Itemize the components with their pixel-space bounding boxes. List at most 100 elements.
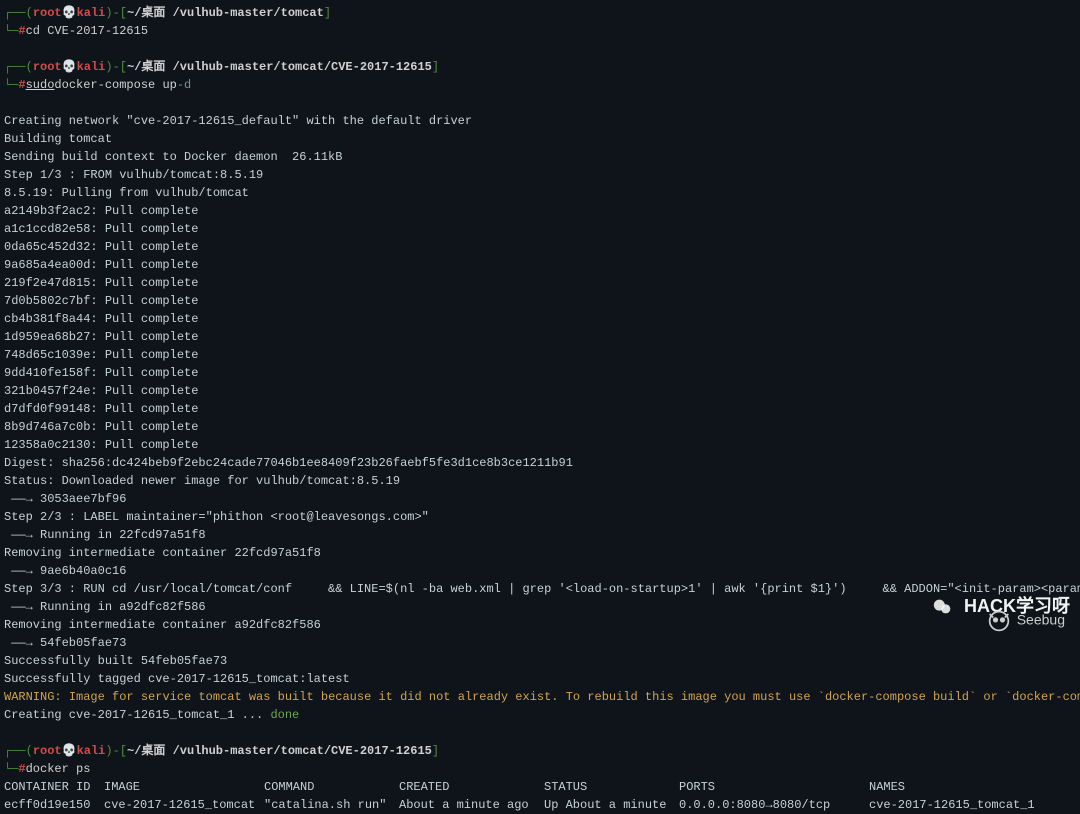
command-text: docker-compose up xyxy=(54,76,176,94)
cell-names: cve-2017-12615_tomcat_1 xyxy=(869,796,1035,814)
output-line: 321b0457f24e: Pull complete xyxy=(4,382,1076,400)
col-created: CREATED xyxy=(399,778,544,796)
prompt-line-2: ┌──(root💀kali)-[~/桌面 /vulhub-master/tomc… xyxy=(4,58,1076,76)
prompt-bracket: ] xyxy=(324,4,331,22)
prompt-path: ~/桌面 /vulhub-master/tomcat/CVE-2017-1261… xyxy=(127,742,432,760)
prompt-bracket: └─ xyxy=(4,760,18,778)
command-text: cd CVE-2017-12615 xyxy=(26,22,148,40)
seebug-icon xyxy=(985,607,1013,635)
output-line: Creating network "cve-2017-12615_default… xyxy=(4,112,1076,130)
col-status: STATUS xyxy=(544,778,679,796)
prompt-bracket: )-[ xyxy=(105,4,127,22)
prompt-bracket: ┌──( xyxy=(4,4,33,22)
output-line: Successfully built 54feb05fae73 xyxy=(4,652,1076,670)
cell-created: About a minute ago xyxy=(399,796,544,814)
wechat-icon xyxy=(932,596,954,618)
warning-label: WARNING xyxy=(4,690,54,704)
prompt-host: kali xyxy=(77,4,106,22)
prompt-bracket: └─ xyxy=(4,76,18,94)
prompt-path: ~/桌面 /vulhub-master/tomcat/CVE-2017-1261… xyxy=(127,58,432,76)
cell-command: "catalina.sh run" xyxy=(264,796,399,814)
output-line: 0da65c452d32: Pull complete xyxy=(4,238,1076,256)
prompt-host: kali xyxy=(77,58,106,76)
output-line: 9dd410fe158f: Pull complete xyxy=(4,364,1076,382)
prompt-cmd-1[interactable]: └─# cd CVE-2017-12615 xyxy=(4,22,1076,40)
creating-line: Creating cve-2017-12615_tomcat_1 ... don… xyxy=(4,706,1076,724)
docker-ps-row: ecff0d19e150 cve-2017-12615_tomcat "cata… xyxy=(4,796,1076,814)
creating-text: Creating cve-2017-12615_tomcat_1 ... xyxy=(4,708,270,722)
col-command: COMMAND xyxy=(264,778,399,796)
prompt-hash: # xyxy=(18,76,25,94)
col-image: IMAGE xyxy=(104,778,264,796)
spacer xyxy=(4,724,1076,742)
prompt-bracket: )-[ xyxy=(105,742,127,760)
command-flag: -d xyxy=(177,76,191,94)
prompt-hash: # xyxy=(18,22,25,40)
spacer xyxy=(4,40,1076,58)
docker-ps-header: CONTAINER ID IMAGE COMMAND CREATED STATU… xyxy=(4,778,1076,796)
prompt-path: ~/桌面 /vulhub-master/tomcat xyxy=(127,4,324,22)
output-line: Removing intermediate container a92dfc82… xyxy=(4,616,1076,634)
watermark-subtitle: Seebug xyxy=(985,607,1065,635)
prompt-bracket: ] xyxy=(432,742,439,760)
output-line: 9a685a4ea00d: Pull complete xyxy=(4,256,1076,274)
output-arrow: ——→ 54feb05fae73 xyxy=(4,634,1076,652)
prompt-cmd-3[interactable]: └─# docker ps xyxy=(4,760,1076,778)
prompt-line-1: ┌──(root💀kali)-[~/桌面 /vulhub-master/tomc… xyxy=(4,4,1076,22)
watermark-sub-text: Seebug xyxy=(1017,612,1065,628)
col-id: CONTAINER ID xyxy=(4,778,104,796)
output-line: 8b9d746a7c0b: Pull complete xyxy=(4,418,1076,436)
prompt-cmd-2[interactable]: └─# sudo docker-compose up -d xyxy=(4,76,1076,94)
spacer xyxy=(4,94,1076,112)
prompt-user: root xyxy=(33,58,62,76)
col-ports: PORTS xyxy=(679,778,869,796)
output-arrow: ——→ Running in a92dfc82f586 xyxy=(4,598,1076,616)
output-line: a2149b3f2ac2: Pull complete xyxy=(4,202,1076,220)
output-line: 8.5.19: Pulling from vulhub/tomcat xyxy=(4,184,1076,202)
prompt-bracket: └─ xyxy=(4,22,18,40)
skull-icon: 💀 xyxy=(62,4,77,22)
output-line: d7dfd0f99148: Pull complete xyxy=(4,400,1076,418)
output-arrow: ——→ 9ae6b40a0c16 xyxy=(4,562,1076,580)
prompt-user: root xyxy=(33,4,62,22)
cell-image: cve-2017-12615_tomcat xyxy=(104,796,264,814)
output-line: Step 2/3 : LABEL maintainer="phithon <ro… xyxy=(4,508,1076,526)
output-arrow: ——→ 3053aee7bf96 xyxy=(4,490,1076,508)
prompt-user: root xyxy=(33,742,62,760)
prompt-bracket: )-[ xyxy=(105,58,127,76)
command-text: docker ps xyxy=(26,760,91,778)
output-line: Digest: sha256:dc424beb9f2ebc24cade77046… xyxy=(4,454,1076,472)
prompt-bracket: ┌──( xyxy=(4,742,33,760)
cell-id: ecff0d19e150 xyxy=(4,796,104,814)
done-text: done xyxy=(270,708,299,722)
build-output: Creating network "cve-2017-12615_default… xyxy=(4,112,1076,724)
output-line: Successfully tagged cve-2017-12615_tomca… xyxy=(4,670,1076,688)
col-names: NAMES xyxy=(869,778,905,796)
skull-icon: 💀 xyxy=(62,742,77,760)
output-line: Step 1/3 : FROM vulhub/tomcat:8.5.19 xyxy=(4,166,1076,184)
output-line: Building tomcat xyxy=(4,130,1076,148)
prompt-bracket: ] xyxy=(432,58,439,76)
output-line: cb4b381f8a44: Pull complete xyxy=(4,310,1076,328)
output-line: a1c1ccd82e58: Pull complete xyxy=(4,220,1076,238)
output-line: Step 3/3 : RUN cd /usr/local/tomcat/conf… xyxy=(4,580,1076,598)
sudo-command: sudo xyxy=(26,76,55,94)
output-line: 12358a0c2130: Pull complete xyxy=(4,436,1076,454)
prompt-bracket: ┌──( xyxy=(4,58,33,76)
cell-ports: 0.0.0.0:8080→8080/tcp xyxy=(679,796,869,814)
prompt-host: kali xyxy=(77,742,106,760)
skull-icon: 💀 xyxy=(62,58,77,76)
warning-text: : Image for service tomcat was built bec… xyxy=(54,690,1080,704)
prompt-line-3: ┌──(root💀kali)-[~/桌面 /vulhub-master/tomc… xyxy=(4,742,1076,760)
cell-status: Up About a minute xyxy=(544,796,679,814)
output-arrow: ——→ Running in 22fcd97a51f8 xyxy=(4,526,1076,544)
output-line: 748d65c1039e: Pull complete xyxy=(4,346,1076,364)
output-line: Removing intermediate container 22fcd97a… xyxy=(4,544,1076,562)
output-line: Sending build context to Docker daemon 2… xyxy=(4,148,1076,166)
output-line: 219f2e47d815: Pull complete xyxy=(4,274,1076,292)
output-line: 1d959ea68b27: Pull complete xyxy=(4,328,1076,346)
output-line: Status: Downloaded newer image for vulhu… xyxy=(4,472,1076,490)
output-line: 7d0b5802c7bf: Pull complete xyxy=(4,292,1076,310)
prompt-hash: # xyxy=(18,760,25,778)
warning-line: WARNING: Image for service tomcat was bu… xyxy=(4,688,1076,706)
